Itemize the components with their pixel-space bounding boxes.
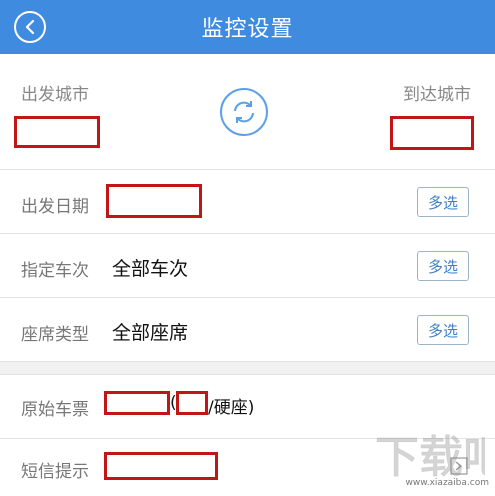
seat-type-label: 座席类型	[21, 325, 89, 345]
multi-select-label: 多选	[427, 257, 458, 276]
train-number-label: 指定车次	[21, 261, 89, 281]
back-button[interactable]	[14, 11, 46, 43]
chevron-left-icon	[25, 19, 35, 35]
arrival-city-redacted[interactable]	[390, 116, 474, 150]
watermark-site: www.xiazaiba.com	[405, 478, 489, 488]
sms-notice-label: 短信提示	[21, 462, 89, 482]
section-divider	[0, 361, 495, 375]
page-title: 监控设置	[201, 17, 294, 42]
title-bar: 监控设置	[0, 0, 495, 54]
ticket-seat-suffix: /硬座)	[208, 398, 255, 418]
city-selection: 出发城市 到达城市	[0, 54, 495, 170]
departure-city-label: 出发城市	[21, 85, 89, 105]
train-number-row[interactable]: 指定车次 全部车次 多选	[0, 234, 495, 298]
departure-city-redacted[interactable]	[14, 116, 100, 148]
ticket-date-redacted	[176, 391, 208, 415]
seat-type-row[interactable]: 座席类型 全部座席 多选	[0, 298, 495, 362]
sms-phone-redacted[interactable]	[104, 452, 218, 480]
original-ticket-label: 原始车票	[21, 400, 89, 420]
train-number-value: 全部车次	[112, 258, 189, 280]
multi-select-label: 多选	[427, 193, 458, 212]
swap-cities-button[interactable]	[220, 88, 268, 136]
seat-multi-select-button[interactable]: 多选	[417, 315, 469, 345]
departure-date-redacted	[106, 184, 202, 218]
multi-select-label: 多选	[427, 321, 458, 340]
departure-date-row[interactable]: 出发日期 多选	[0, 170, 495, 234]
svg-text:下载吧: 下载吧	[375, 432, 485, 483]
seat-type-value: 全部座席	[112, 322, 189, 344]
date-multi-select-button[interactable]: 多选	[417, 187, 469, 217]
arrival-city-label: 到达城市	[403, 85, 471, 105]
ticket-train-redacted	[104, 391, 170, 415]
swap-icon	[234, 101, 254, 123]
departure-date-label: 出发日期	[21, 197, 89, 217]
train-multi-select-button[interactable]: 多选	[417, 251, 469, 281]
